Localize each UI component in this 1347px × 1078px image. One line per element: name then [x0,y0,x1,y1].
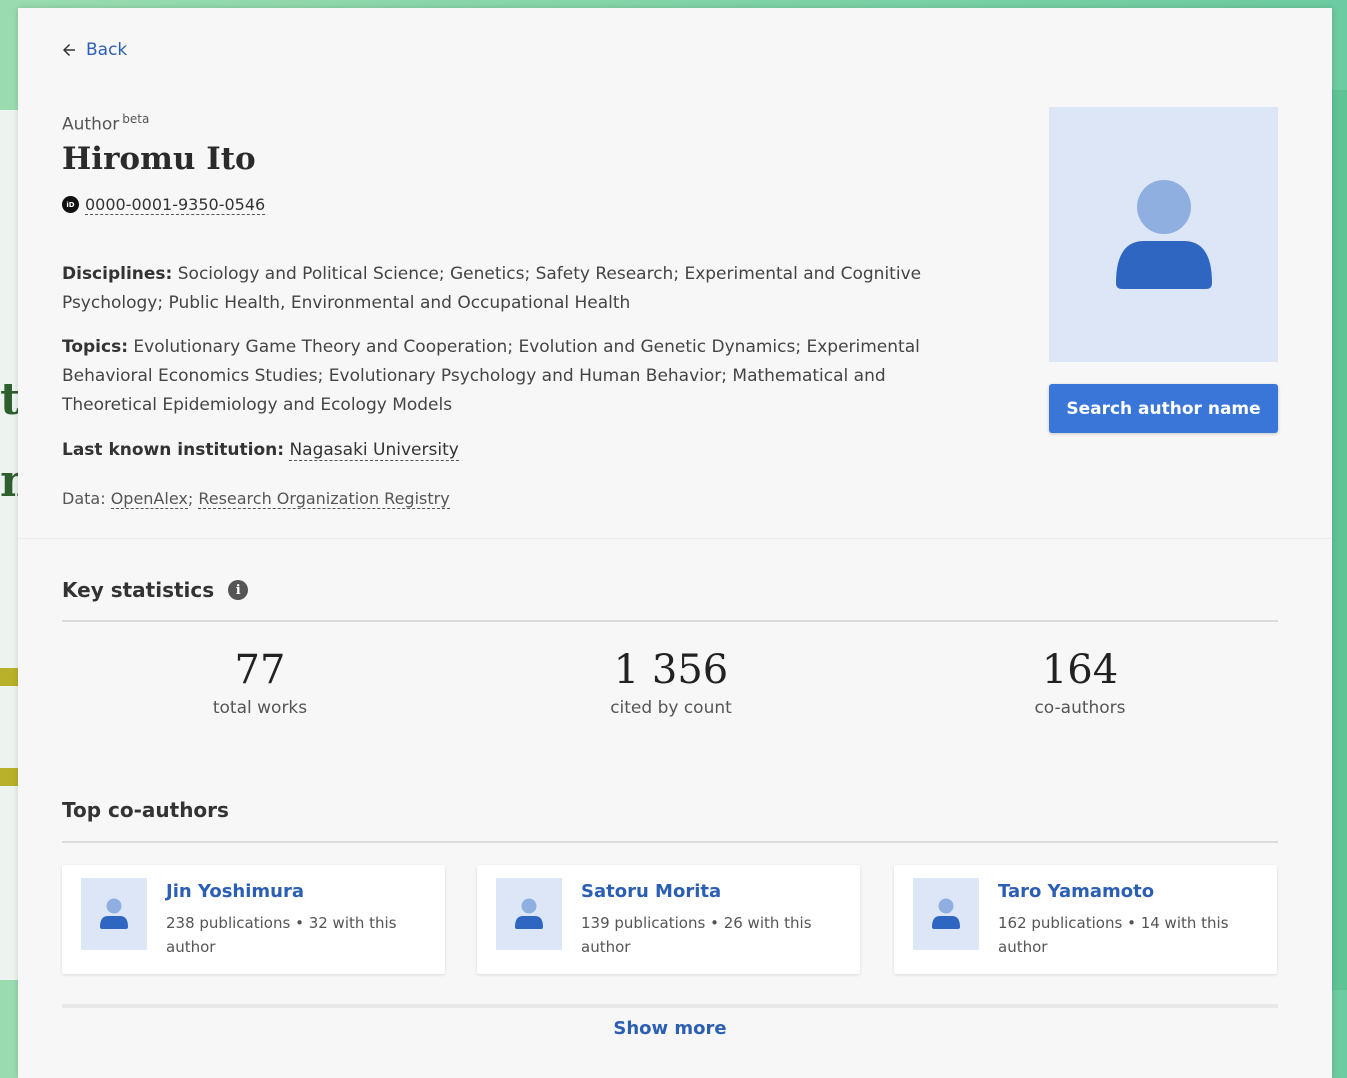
author-header: Author beta Hiromu Ito iD 0000-0001-9350-… [62,112,962,215]
author-avatar [1049,107,1278,362]
institution-label: Last known institution: [62,440,285,460]
coauthor-card[interactable]: Jin Yoshimura 238 publications • 32 with… [62,865,445,974]
bullet-separator: • [710,914,719,932]
show-more-button[interactable]: Show more [18,1018,1322,1039]
back-link[interactable]: Back [60,40,127,60]
disciplines: Disciplines: Sociology and Political Sci… [62,260,962,318]
institution-link[interactable]: Nagasaki University [289,440,459,461]
person-icon [932,898,960,929]
coauthor-stats: 238 publications • 32 with this author [166,911,426,959]
arrow-left-icon [63,44,75,56]
stat-value: 77 [234,647,286,693]
data-source-link-ror[interactable]: Research Organization Registry [198,489,450,509]
section-divider [18,538,1332,539]
data-source-link-openalex[interactable]: OpenAlex [110,489,188,509]
coauthor-avatar [913,878,979,950]
coauthor-stats: 139 publications • 26 with this author [581,911,841,959]
orcid-row: iD 0000-0001-9350-0546 [62,195,962,215]
stat-value: 1 356 [613,647,729,693]
coauthor-name-link[interactable]: Taro Yamamoto [998,881,1154,902]
data-sources: Data: OpenAlex; Research Organization Re… [62,484,962,513]
coauthor-card[interactable]: Satoru Morita 139 publications • 26 with… [477,865,860,974]
beta-badge: beta [122,112,150,126]
orcid-icon: iD [62,196,79,214]
topics-value: Evolutionary Game Theory and Cooperation… [62,337,920,415]
coauthor-name-link[interactable]: Jin Yoshimura [166,881,304,902]
last-known-institution: Last known institution: Nagasaki Univers… [62,436,962,465]
person-icon [515,898,543,929]
stat-value: 164 [1041,647,1119,693]
bullet-separator: • [295,914,304,932]
coauthor-stats: 162 publications • 14 with this author [998,911,1258,959]
author-profile-modal: Back Author beta Hiromu Ito iD 0000-0001-… [18,8,1332,1078]
info-icon[interactable]: i [228,580,249,600]
stat-label: cited by count [610,698,732,718]
stat-label: co-authors [1034,698,1126,718]
entity-kind: Author beta [62,112,962,135]
back-label: Back [86,40,128,60]
stat-co-authors: 164 co-authors [930,648,1230,718]
publication-count: 162 publications [998,914,1123,932]
bullet-separator: • [1127,914,1136,932]
person-icon [100,898,128,929]
coauthor-card[interactable]: Taro Yamamoto 162 publications • 14 with… [894,865,1277,974]
top-co-authors-heading: Top co-authors [62,798,229,822]
orcid-link[interactable]: 0000-0001-9350-0546 [85,195,266,215]
entity-kind-label: Author [62,114,120,135]
topics: Topics: Evolutionary Game Theory and Coo… [62,333,962,420]
coauthor-name-link[interactable]: Satoru Morita [581,881,721,902]
divider [62,841,1278,843]
divider [62,620,1278,622]
coauthor-avatar [81,878,147,950]
publication-count: 238 publications [166,914,291,932]
stat-total-works: 77 total works [110,648,410,718]
disciplines-value: Sociology and Political Science; Genetic… [62,264,922,313]
key-statistics-heading: Key statistics i [62,578,249,602]
data-label: Data: [62,489,106,508]
stat-cited-by-count: 1 356 cited by count [521,648,821,718]
divider [62,1004,1278,1008]
topics-label: Topics: [62,337,129,357]
coauthor-avatar [496,878,562,950]
person-icon [1115,179,1212,289]
author-name: Hiromu Ito [62,140,256,177]
disciplines-label: Disciplines: [62,264,173,284]
search-author-name-button[interactable]: Search author name [1049,384,1278,433]
stat-label: total works [212,698,308,718]
data-separator: ; [187,489,194,508]
publication-count: 139 publications [581,914,706,932]
key-statistics-title: Key statistics [62,578,215,602]
